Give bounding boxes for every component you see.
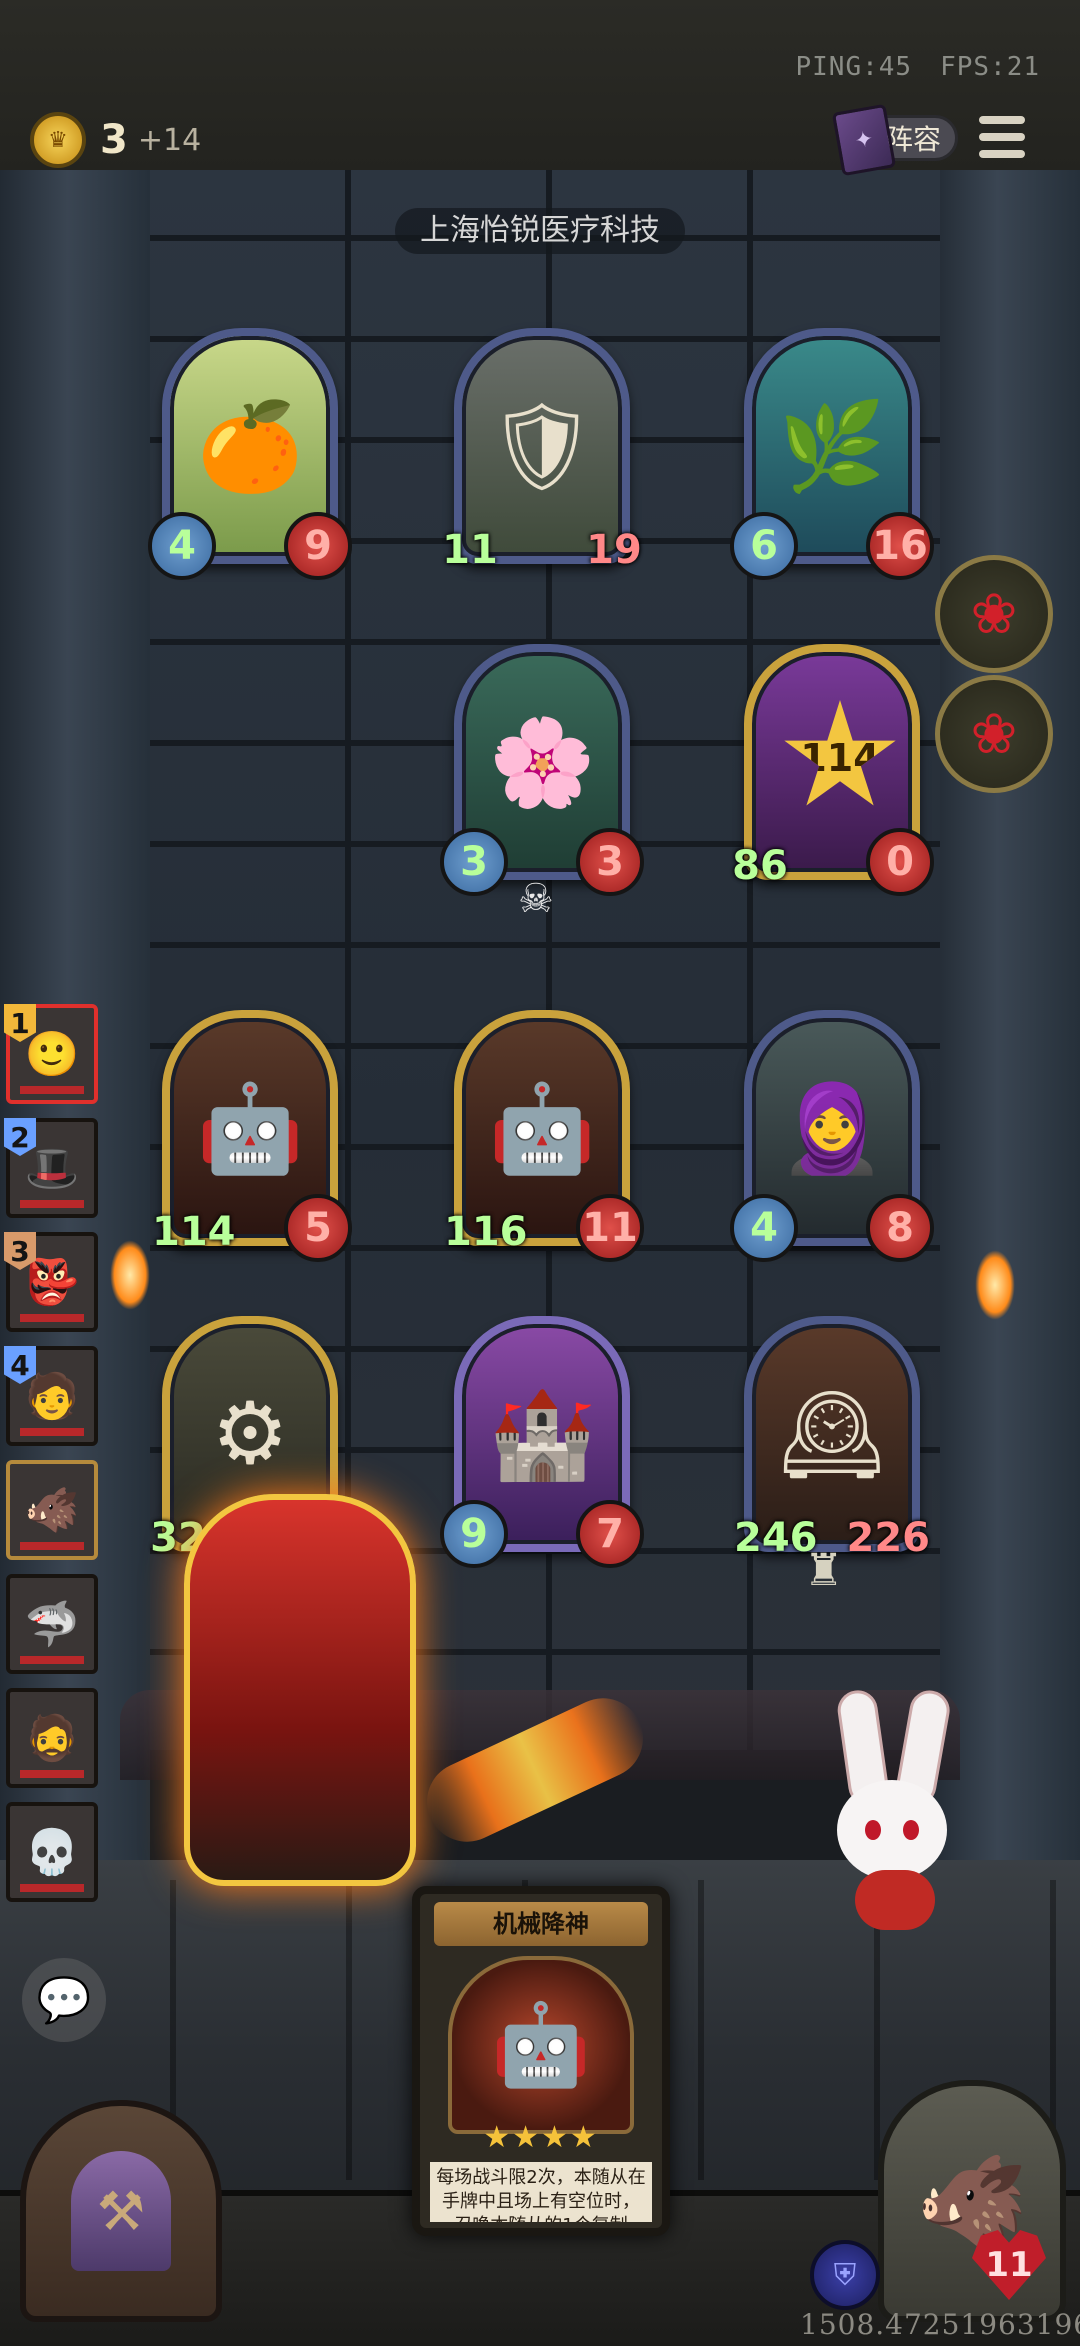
player-avatar: 🦈 [24,1599,80,1650]
right-pillar [930,170,1080,1890]
torch-right [975,1250,1015,1320]
health-bar [20,1770,84,1778]
health-value: 3 [576,828,644,896]
health-value: 5 [284,1194,352,1262]
fps-readout: FPS:21 [940,52,1040,82]
menu-button[interactable] [975,110,1029,164]
health-value: 9 [284,512,352,580]
bunny-eye [903,1820,919,1840]
attack-value: 4 [730,1194,798,1262]
opponent-name: 上海怡锐医疗科技 [395,208,685,254]
chat-icon: 💬 [36,1975,92,2026]
bunny-head [837,1780,947,1880]
minion-card[interactable]: 🛡 11 19 [442,328,642,573]
skull-icon: ☠ [518,876,554,922]
network-stats: PING:45 FPS:21 [768,52,1041,82]
menu-bar-icon [979,150,1025,158]
attack-value: 3 [440,828,508,896]
bunny-body [855,1870,935,1930]
roster-player[interactable]: 💀 [6,1802,98,1902]
shop-window-icon: ⚒ [71,2151,171,2271]
card-title: 机械降神 [434,1902,648,1946]
hand-card[interactable]: 机械降神 🤖 ★★★★ 每场战斗限2次，本随从在手牌中且场上有空位时，召唤本随从… [412,1886,670,2236]
minion-card[interactable]: 🌸 3 3 ☠ [440,644,644,922]
menu-bar-icon [979,116,1025,124]
minion-card[interactable]: 🕰 246 226 ♜ [734,1316,930,1596]
health-bar [20,1428,84,1436]
attack-value: 86 [732,843,788,889]
health-bar [20,1200,84,1208]
attack-value: 4 [148,512,216,580]
player-avatar: 🐗 [24,1485,80,1536]
attack-value: 11 [442,527,498,573]
health-value: 16 [866,512,934,580]
buff-star-badge: 114 [784,700,896,806]
player-avatar: 👺 [24,1257,80,1308]
rose-token[interactable]: ❀ [935,675,1053,793]
minion-card[interactable]: 🤖 114 5 [152,1010,352,1262]
attack-value: 6 [730,512,798,580]
tavern-shop-button[interactable]: ⚒ [20,2100,222,2322]
ping-readout: PING:45 [795,52,913,82]
attack-value: 9 [440,1500,508,1568]
id-number: 1508.47251963196 [800,2308,1080,2341]
lineup-button[interactable]: ✦ 阵容 [831,103,958,177]
health-bar [20,1086,84,1094]
chat-button[interactable]: 💬 [22,1958,106,2042]
roster-player[interactable]: 🙂 1 [4,1004,98,1104]
minion-card[interactable]: 🍊 4 9 [148,328,352,580]
torch-left [110,1240,150,1310]
minion-card[interactable]: 114 86 0 [732,644,934,896]
health-bar [20,1656,84,1664]
attack-value: 116 [444,1209,528,1255]
bunny-eye [865,1820,881,1840]
attack-value: 114 [152,1209,236,1255]
minion-card[interactable]: 🌿 6 16 [730,328,934,580]
player-avatar: 🙂 [24,1029,80,1080]
roster-player[interactable]: 🐗 [6,1460,98,1560]
player-avatar: 🧑 [24,1371,80,1422]
health-value: 226 [846,1515,931,1561]
hero-body [184,1494,416,1886]
health-value: 0 [866,828,934,896]
minion-card[interactable]: 🏰 9 7 [440,1316,644,1568]
health-bar [20,1884,84,1892]
roster-player[interactable]: 👺 3 [4,1232,98,1332]
health-bar [20,1314,84,1322]
health-value: 11 [576,1194,644,1262]
player-avatar: 🧔 [24,1713,80,1764]
menu-bar-icon [979,133,1025,141]
roster-player[interactable]: 🧔 [6,1688,98,1788]
roster-player[interactable]: 🦈 [6,1574,98,1674]
taunt-icon: ♜ [804,1545,844,1596]
book-icon: ✦ [831,103,897,177]
coin-bonus: +14 [137,122,202,158]
coin-counter: ♛ 3 +14 [30,112,201,168]
health-bar [20,1542,84,1550]
player-hero-portrait[interactable]: 🐗 [878,2080,1066,2322]
crown-coin-icon: ♛ [30,112,86,168]
armor-shield-icon: ⛨ [810,2240,880,2310]
roster-player[interactable]: 🎩 2 [4,1118,98,1218]
minion-card[interactable]: 🧕 4 8 [730,1010,934,1262]
roster-player[interactable]: 🧑 4 [4,1346,98,1446]
coin-count: 3 [100,117,128,163]
player-avatar: 🎩 [24,1143,80,1194]
minion-card[interactable]: 🤖 116 11 [444,1010,644,1262]
bunny-pet[interactable] [815,1687,965,1930]
health-value: 19 [586,527,642,573]
rose-icon: ❀ [970,581,1018,647]
card-description: 每场战斗限2次，本随从在手牌中且场上有空位时，召唤本随从的1个复制 [430,2162,652,2222]
health-value: 8 [866,1194,934,1262]
rose-icon: ❀ [970,701,1018,767]
player-avatar: 💀 [24,1827,80,1878]
hero-mech-warrior [150,1460,450,1920]
card-art: 🤖 [448,1956,634,2134]
pig-icon: 🐗 [915,2148,1029,2254]
card-stars: ★★★★ [483,2120,599,2155]
rose-token[interactable]: ❀ [935,555,1053,673]
health-value: 7 [576,1500,644,1568]
minion-portrait: 🛡 [487,396,597,497]
